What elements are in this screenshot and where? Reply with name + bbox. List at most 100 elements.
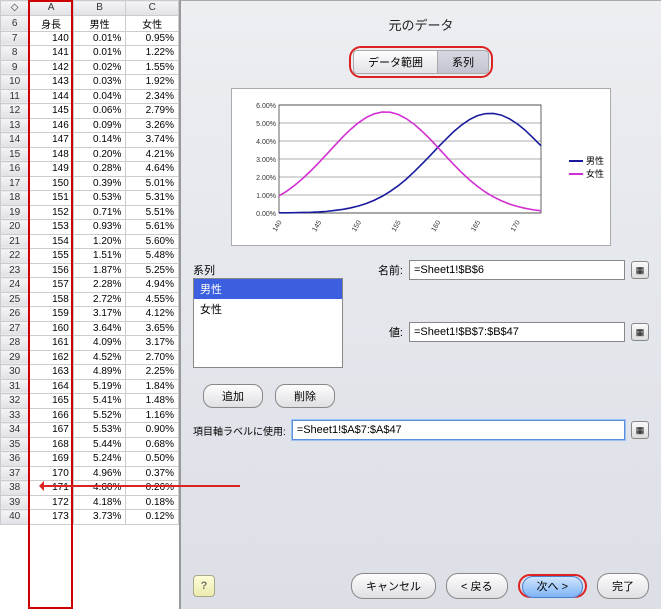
row-header-9[interactable]: 9 — [1, 60, 29, 75]
cell-C6[interactable]: 女性 — [126, 15, 179, 31]
cell-C7[interactable]: 0.95% — [126, 31, 179, 46]
cell-A22[interactable]: 155 — [29, 249, 74, 264]
row-header-23[interactable]: 23 — [1, 263, 29, 278]
row-header-33[interactable]: 33 — [1, 408, 29, 423]
cell-B35[interactable]: 5.44% — [73, 437, 126, 452]
select-all-corner[interactable]: ◇ — [1, 1, 29, 16]
row-header-34[interactable]: 34 — [1, 423, 29, 438]
row-header-15[interactable]: 15 — [1, 147, 29, 162]
cell-A27[interactable]: 160 — [29, 321, 74, 336]
help-button[interactable]: ? — [193, 575, 215, 597]
cell-B40[interactable]: 3.73% — [73, 510, 126, 525]
cell-C31[interactable]: 1.84% — [126, 379, 179, 394]
row-header-16[interactable]: 16 — [1, 162, 29, 177]
cell-B38[interactable]: 4.60% — [73, 481, 126, 496]
cell-C28[interactable]: 3.17% — [126, 336, 179, 351]
cell-B12[interactable]: 0.06% — [73, 104, 126, 119]
add-series-button[interactable]: 追加 — [203, 384, 263, 408]
cell-B19[interactable]: 0.71% — [73, 205, 126, 220]
row-header-19[interactable]: 19 — [1, 205, 29, 220]
cell-B13[interactable]: 0.09% — [73, 118, 126, 133]
axis-label-input[interactable] — [292, 420, 625, 440]
cell-B21[interactable]: 1.20% — [73, 234, 126, 249]
cell-A37[interactable]: 170 — [29, 466, 74, 481]
cell-A6[interactable]: 身長 — [29, 15, 74, 31]
cell-A17[interactable]: 150 — [29, 176, 74, 191]
series-item-female[interactable]: 女性 — [194, 299, 342, 319]
cell-C14[interactable]: 3.74% — [126, 133, 179, 148]
row-header-38[interactable]: 38 — [1, 481, 29, 496]
cell-B27[interactable]: 3.64% — [73, 321, 126, 336]
cell-C19[interactable]: 5.51% — [126, 205, 179, 220]
cell-A7[interactable]: 140 — [29, 31, 74, 46]
row-header-10[interactable]: 10 — [1, 75, 29, 90]
series-listbox[interactable]: 男性 女性 — [193, 278, 343, 368]
row-header-40[interactable]: 40 — [1, 510, 29, 525]
cell-B11[interactable]: 0.04% — [73, 89, 126, 104]
cell-C38[interactable]: 0.26% — [126, 481, 179, 496]
row-header-18[interactable]: 18 — [1, 191, 29, 206]
cell-A8[interactable]: 141 — [29, 46, 74, 61]
cell-A12[interactable]: 145 — [29, 104, 74, 119]
cell-B28[interactable]: 4.09% — [73, 336, 126, 351]
cell-B31[interactable]: 5.19% — [73, 379, 126, 394]
cell-C17[interactable]: 5.01% — [126, 176, 179, 191]
cell-A26[interactable]: 159 — [29, 307, 74, 322]
row-header-27[interactable]: 27 — [1, 321, 29, 336]
cell-C24[interactable]: 4.94% — [126, 278, 179, 293]
cell-C33[interactable]: 1.16% — [126, 408, 179, 423]
row-header-24[interactable]: 24 — [1, 278, 29, 293]
cell-A34[interactable]: 167 — [29, 423, 74, 438]
cell-A33[interactable]: 166 — [29, 408, 74, 423]
row-header-14[interactable]: 14 — [1, 133, 29, 148]
cell-A36[interactable]: 169 — [29, 452, 74, 467]
cell-C13[interactable]: 3.26% — [126, 118, 179, 133]
row-header-13[interactable]: 13 — [1, 118, 29, 133]
cell-A39[interactable]: 172 — [29, 495, 74, 510]
cell-A40[interactable]: 173 — [29, 510, 74, 525]
cell-B6[interactable]: 男性 — [73, 15, 126, 31]
cell-B10[interactable]: 0.03% — [73, 75, 126, 90]
row-header-37[interactable]: 37 — [1, 466, 29, 481]
series-name-input[interactable] — [409, 260, 625, 280]
delete-series-button[interactable]: 削除 — [275, 384, 335, 408]
cell-A32[interactable]: 165 — [29, 394, 74, 409]
row-header-29[interactable]: 29 — [1, 350, 29, 365]
cell-C35[interactable]: 0.68% — [126, 437, 179, 452]
cell-C12[interactable]: 2.79% — [126, 104, 179, 119]
row-header-21[interactable]: 21 — [1, 234, 29, 249]
cell-C10[interactable]: 1.92% — [126, 75, 179, 90]
cell-B36[interactable]: 5.24% — [73, 452, 126, 467]
cell-B18[interactable]: 0.53% — [73, 191, 126, 206]
cell-B32[interactable]: 5.41% — [73, 394, 126, 409]
cell-B30[interactable]: 4.89% — [73, 365, 126, 380]
cell-B14[interactable]: 0.14% — [73, 133, 126, 148]
cell-A31[interactable]: 164 — [29, 379, 74, 394]
cell-B23[interactable]: 1.87% — [73, 263, 126, 278]
cell-C30[interactable]: 2.25% — [126, 365, 179, 380]
cell-A14[interactable]: 147 — [29, 133, 74, 148]
cell-C36[interactable]: 0.50% — [126, 452, 179, 467]
cell-C22[interactable]: 5.48% — [126, 249, 179, 264]
row-header-11[interactable]: 11 — [1, 89, 29, 104]
cell-C21[interactable]: 5.60% — [126, 234, 179, 249]
row-header-30[interactable]: 30 — [1, 365, 29, 380]
row-header-25[interactable]: 25 — [1, 292, 29, 307]
next-button[interactable]: 次へ > — [522, 576, 583, 598]
cell-B8[interactable]: 0.01% — [73, 46, 126, 61]
cell-C26[interactable]: 4.12% — [126, 307, 179, 322]
cell-B26[interactable]: 3.17% — [73, 307, 126, 322]
cell-B15[interactable]: 0.20% — [73, 147, 126, 162]
tab-data-range[interactable]: データ範囲 — [353, 50, 437, 74]
back-button[interactable]: < 戻る — [446, 573, 507, 599]
name-ref-button[interactable]: ▦ — [631, 261, 649, 279]
cell-C16[interactable]: 4.64% — [126, 162, 179, 177]
row-header-32[interactable]: 32 — [1, 394, 29, 409]
row-header-17[interactable]: 17 — [1, 176, 29, 191]
cell-C25[interactable]: 4.55% — [126, 292, 179, 307]
cell-C15[interactable]: 4.21% — [126, 147, 179, 162]
cell-B16[interactable]: 0.28% — [73, 162, 126, 177]
row-header-8[interactable]: 8 — [1, 46, 29, 61]
cell-B24[interactable]: 2.28% — [73, 278, 126, 293]
cell-C40[interactable]: 0.12% — [126, 510, 179, 525]
